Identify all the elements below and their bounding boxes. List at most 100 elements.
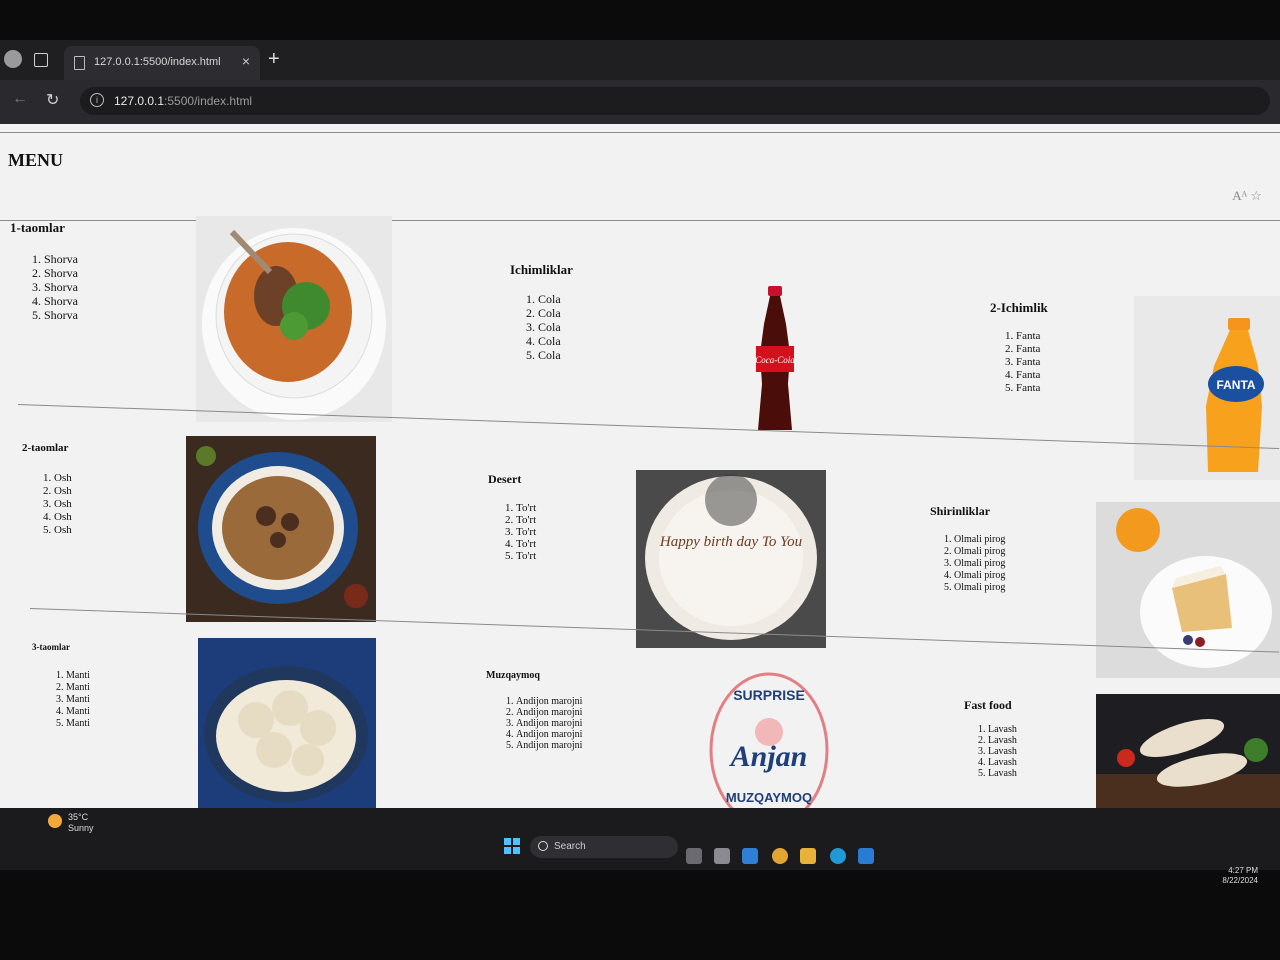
temperature: 35°C <box>68 812 89 822</box>
file-explorer-icon[interactable] <box>800 848 816 864</box>
list-item: Lavash <box>988 746 1017 757</box>
reload-icon[interactable]: ↻ <box>46 90 59 110</box>
system-clock[interactable]: 4:27 PM 8/22/2024 <box>1222 866 1258 886</box>
menu-list: Andijon marojni Andijon marojni Andijon … <box>494 696 582 751</box>
list-item: Olmali pirog <box>954 582 1005 594</box>
fanta-label-text: FANTA <box>1216 378 1255 392</box>
back-arrow-icon[interactable]: ← <box>12 90 28 108</box>
anjan-logo-image: SURPRISE Anjan MUZQAYMOQ <box>706 670 832 808</box>
tab-title: 127.0.0.1:5500/index.html <box>94 56 221 68</box>
section-heading: Desert <box>488 472 522 486</box>
list-item: Manti <box>66 670 90 682</box>
list-item: Olmali pirog <box>954 570 1005 582</box>
url-bar[interactable]: i 127.0.0.1:5500/index.html <box>80 87 1270 115</box>
list-item: Osh <box>54 524 72 537</box>
list-item: Shorva <box>44 280 78 294</box>
section-heading: Muzqaymoq <box>486 670 540 681</box>
menu-list: Shorva Shorva Shorva Shorva Shorva <box>22 252 78 322</box>
search-icon <box>538 841 548 851</box>
menu-list: To'rt To'rt To'rt To'rt To'rt <box>494 502 536 562</box>
soup-image <box>196 216 392 422</box>
task-view-icon[interactable] <box>686 848 702 864</box>
list-item: Lavash <box>988 724 1017 735</box>
info-icon[interactable]: i <box>90 93 104 107</box>
tab-actions-icon[interactable] <box>34 53 48 67</box>
cake-text: Happy birth day To You <box>659 534 802 550</box>
section-heading: Shirinliklar <box>930 504 991 518</box>
list-item: Olmali pirog <box>954 546 1005 558</box>
address-toolbar: ← ↻ i 127.0.0.1:5500/index.html <box>0 80 1280 124</box>
list-item: Andijon marojni <box>516 707 582 718</box>
menu-list: Lavash Lavash Lavash Lavash Lavash <box>966 724 1017 779</box>
top-divider <box>0 132 1280 133</box>
clock-time: 4:27 PM <box>1228 866 1258 875</box>
menu-list: Manti Manti Manti Manti Manti <box>44 670 90 730</box>
weather-condition: Sunny <box>68 823 94 833</box>
section-heading: Ichimliklar <box>510 262 573 277</box>
vscode-icon[interactable] <box>858 848 874 864</box>
list-item: To'rt <box>516 550 536 562</box>
list-item: Osh <box>54 511 72 524</box>
list-item: Cola <box>538 306 561 320</box>
page-title: MENU <box>8 150 63 170</box>
list-item: Lavash <box>988 757 1017 768</box>
browser-tab[interactable]: 127.0.0.1:5500/index.html × <box>64 46 260 80</box>
plov-image <box>186 436 376 622</box>
section-heading: 2-Ichimlik <box>990 300 1048 315</box>
read-aloud-icon[interactable]: Aᴬ ☆ <box>1232 188 1262 204</box>
list-item: Cola <box>538 348 561 362</box>
list-item: Osh <box>54 485 72 498</box>
list-item: Shorva <box>44 308 78 322</box>
section-heading: 2-taomlar <box>22 442 69 454</box>
menu-list: Fanta Fanta Fanta Fanta Fanta <box>994 330 1040 395</box>
close-tab-icon[interactable]: × <box>242 53 250 69</box>
chrome-icon[interactable] <box>772 848 788 864</box>
list-item: Olmali pirog <box>954 558 1005 570</box>
list-item: Andijon marojni <box>516 740 582 751</box>
cola-bottle-image: Coca-Cola <box>740 284 810 434</box>
list-item: Andijon marojni <box>516 729 582 740</box>
list-item: Andijon marojni <box>516 696 582 707</box>
list-item: Manti <box>66 706 90 718</box>
list-item: Fanta <box>1016 330 1040 343</box>
taskbar-search[interactable]: Search <box>530 836 678 858</box>
list-item: Fanta <box>1016 382 1040 395</box>
list-item: Manti <box>66 682 90 694</box>
list-item: Fanta <box>1016 369 1040 382</box>
lavash-image <box>1096 694 1280 808</box>
menu-list: Olmali pirog Olmali pirog Olmali pirog O… <box>932 534 1005 594</box>
document-icon <box>74 56 85 70</box>
profile-avatar[interactable] <box>4 50 22 68</box>
outlook-icon[interactable] <box>742 848 758 864</box>
fanta-bottle-image: FANTA <box>1134 296 1280 480</box>
web-page: MENU Aᴬ ☆ 1-taomlar Shorva Shorva Shorva… <box>0 124 1280 808</box>
edge-icon[interactable] <box>830 848 846 864</box>
section-heading: 3-taomlar <box>32 642 70 652</box>
logo-main-text: Anjan <box>729 740 808 773</box>
new-tab-button[interactable]: + <box>268 48 280 71</box>
list-item: To'rt <box>516 526 536 538</box>
section-heading: Fast food <box>964 698 1012 712</box>
logo-bottom-text: MUZQAYMOQ <box>726 790 812 805</box>
cola-label-text: Coca-Cola <box>755 355 795 365</box>
menu-list: Osh Osh Osh Osh Osh <box>32 472 72 537</box>
list-item: Lavash <box>988 768 1017 779</box>
search-placeholder: Search <box>554 841 586 852</box>
list-item: Osh <box>54 472 72 485</box>
menu-list: Cola Cola Cola Cola Cola <box>516 292 561 362</box>
manti-image <box>198 638 376 808</box>
clock-date: 8/22/2024 <box>1222 876 1258 885</box>
list-item: Shorva <box>44 294 78 308</box>
tab-bar: 127.0.0.1:5500/index.html × + <box>0 40 1280 80</box>
list-item: To'rt <box>516 502 536 514</box>
list-item: Shorva <box>44 266 78 280</box>
list-item: Fanta <box>1016 343 1040 356</box>
list-item: Cola <box>538 320 561 334</box>
windows-start-icon[interactable] <box>504 838 520 854</box>
list-item: Shorva <box>44 252 78 266</box>
list-item: Olmali pirog <box>954 534 1005 546</box>
list-item: Andijon marojni <box>516 718 582 729</box>
list-item: Lavash <box>988 735 1017 746</box>
store-icon[interactable] <box>714 848 730 864</box>
list-item: Cola <box>538 334 561 348</box>
